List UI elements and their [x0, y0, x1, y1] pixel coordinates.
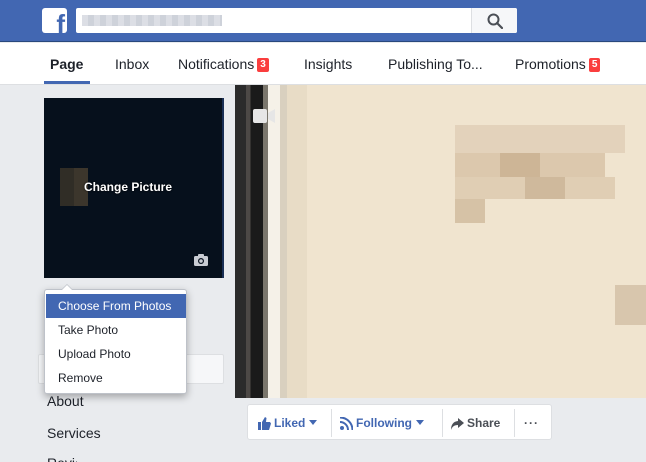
promotions-badge: 5 [588, 58, 601, 72]
menu-item-upload-photo[interactable]: Upload Photo [46, 342, 186, 366]
tab-label: Page [50, 56, 84, 72]
page-tabs: Page Inbox Notifications 3 Insights Publi… [0, 43, 646, 85]
nav-about[interactable]: About [47, 393, 84, 409]
divider [442, 409, 443, 437]
menu-item-remove[interactable]: Remove [46, 366, 186, 390]
tab-label: Inbox [115, 56, 150, 72]
menu-pointer [61, 284, 73, 290]
change-picture-label[interactable]: Change Picture [84, 180, 172, 194]
liked-button[interactable]: Liked [258, 413, 318, 433]
search-icon [487, 13, 503, 29]
page-action-bar: Liked Following Share ··· [247, 404, 552, 440]
cover-blur-block [455, 199, 485, 223]
camera-icon[interactable] [194, 254, 208, 266]
cover-shade [287, 85, 307, 398]
search-redacted-text [82, 15, 222, 26]
search-button[interactable] [471, 8, 517, 33]
video-icon[interactable] [253, 109, 275, 123]
menu-item-take-photo[interactable]: Take Photo [46, 318, 186, 342]
top-bar: f [0, 0, 646, 42]
thumbs-up-icon [258, 417, 271, 430]
tab-publishing-tools[interactable]: Publishing To... [388, 56, 483, 72]
change-picture-menu: Choose From Photos Take Photo Upload Pho… [44, 284, 187, 394]
tab-page[interactable]: Page [50, 56, 83, 72]
divider [514, 409, 515, 437]
cover-light-edge [263, 85, 287, 398]
tab-label: Insights [304, 56, 353, 72]
tab-label: Notifications [178, 56, 255, 72]
chevron-down-icon [416, 420, 424, 425]
following-button[interactable]: Following [339, 413, 424, 433]
liked-label: Liked [274, 416, 306, 430]
cover-blur-block [615, 285, 646, 325]
tab-label: Publishing To... [388, 56, 483, 72]
chevron-down-icon [309, 420, 318, 425]
tab-notifications[interactable]: Notifications 3 [178, 56, 269, 72]
tab-promotions[interactable]: Promotions 5 [515, 56, 601, 72]
menu-item-choose-from-photos[interactable]: Choose From Photos [46, 294, 186, 318]
rss-icon [339, 416, 354, 431]
divider [331, 409, 332, 437]
notification-badge: 3 [257, 58, 269, 72]
profile-picture[interactable]: Change Picture [44, 98, 224, 278]
facebook-logo-letter: f [56, 9, 65, 33]
cover-blur-block [500, 153, 540, 177]
share-arrow-icon [451, 418, 464, 430]
nav-reviews[interactable]: Reviews [47, 455, 77, 462]
following-label: Following [356, 416, 412, 430]
cover-blur-block [525, 177, 565, 199]
share-label: Share [467, 416, 501, 430]
facebook-logo[interactable]: f [42, 8, 67, 33]
share-button[interactable]: Share [451, 413, 500, 433]
active-tab-indicator [44, 81, 90, 84]
search-input[interactable] [76, 8, 517, 33]
tab-insights[interactable]: Insights [304, 56, 352, 72]
more-options-button[interactable]: ··· [524, 413, 539, 433]
tab-label: Promotions [515, 56, 586, 72]
cover-photo[interactable] [235, 85, 646, 398]
nav-services[interactable]: Services [47, 425, 101, 441]
cover-blur-block [455, 125, 625, 153]
tab-inbox[interactable]: Inbox [115, 56, 149, 72]
cover-dark-edge [235, 85, 263, 398]
